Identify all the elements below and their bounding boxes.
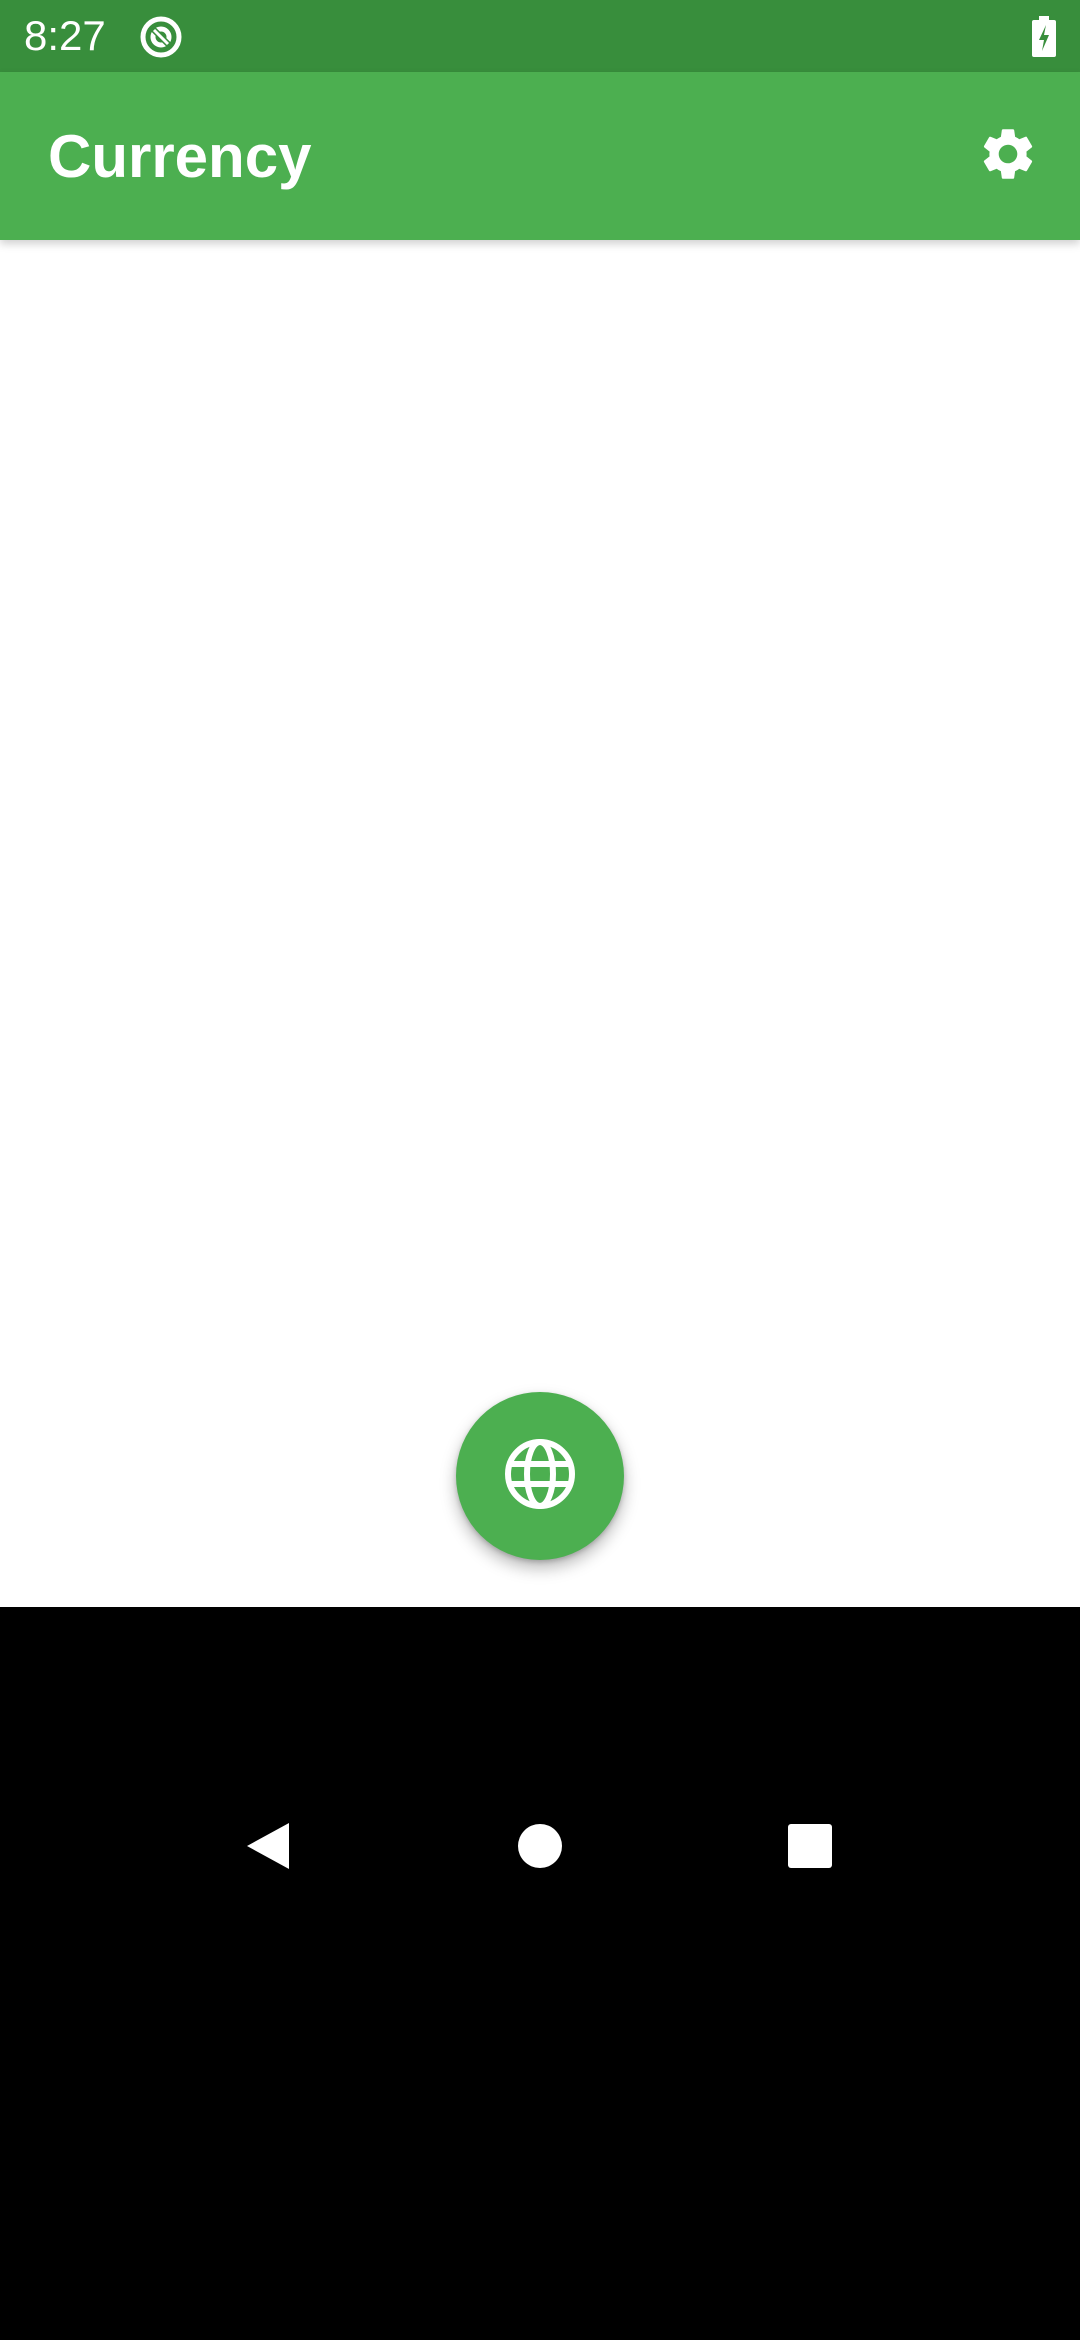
status-time: 8:27: [24, 12, 106, 59]
back-triangle-icon: [245, 1821, 291, 1876]
settings-button[interactable]: [966, 114, 1050, 198]
home-button[interactable]: [510, 1818, 570, 1878]
sync-circle-icon: [138, 14, 184, 60]
phone-screen: 8:27 Currency: [0, 0, 1080, 2340]
recents-button[interactable]: [780, 1818, 840, 1878]
page-title: Currency: [48, 123, 312, 190]
app-bar: Currency: [0, 72, 1080, 240]
status-bar: 8:27: [0, 0, 1080, 72]
home-circle-icon: [517, 1823, 563, 1874]
back-button[interactable]: [238, 1818, 298, 1878]
gear-icon: [977, 123, 1039, 190]
globe-fab-button[interactable]: [456, 1392, 624, 1560]
globe-icon: [501, 1435, 579, 1518]
navigation-bar: [0, 1607, 1080, 2340]
recents-square-icon: [787, 1823, 833, 1874]
battery-charging-icon: [1030, 16, 1058, 58]
